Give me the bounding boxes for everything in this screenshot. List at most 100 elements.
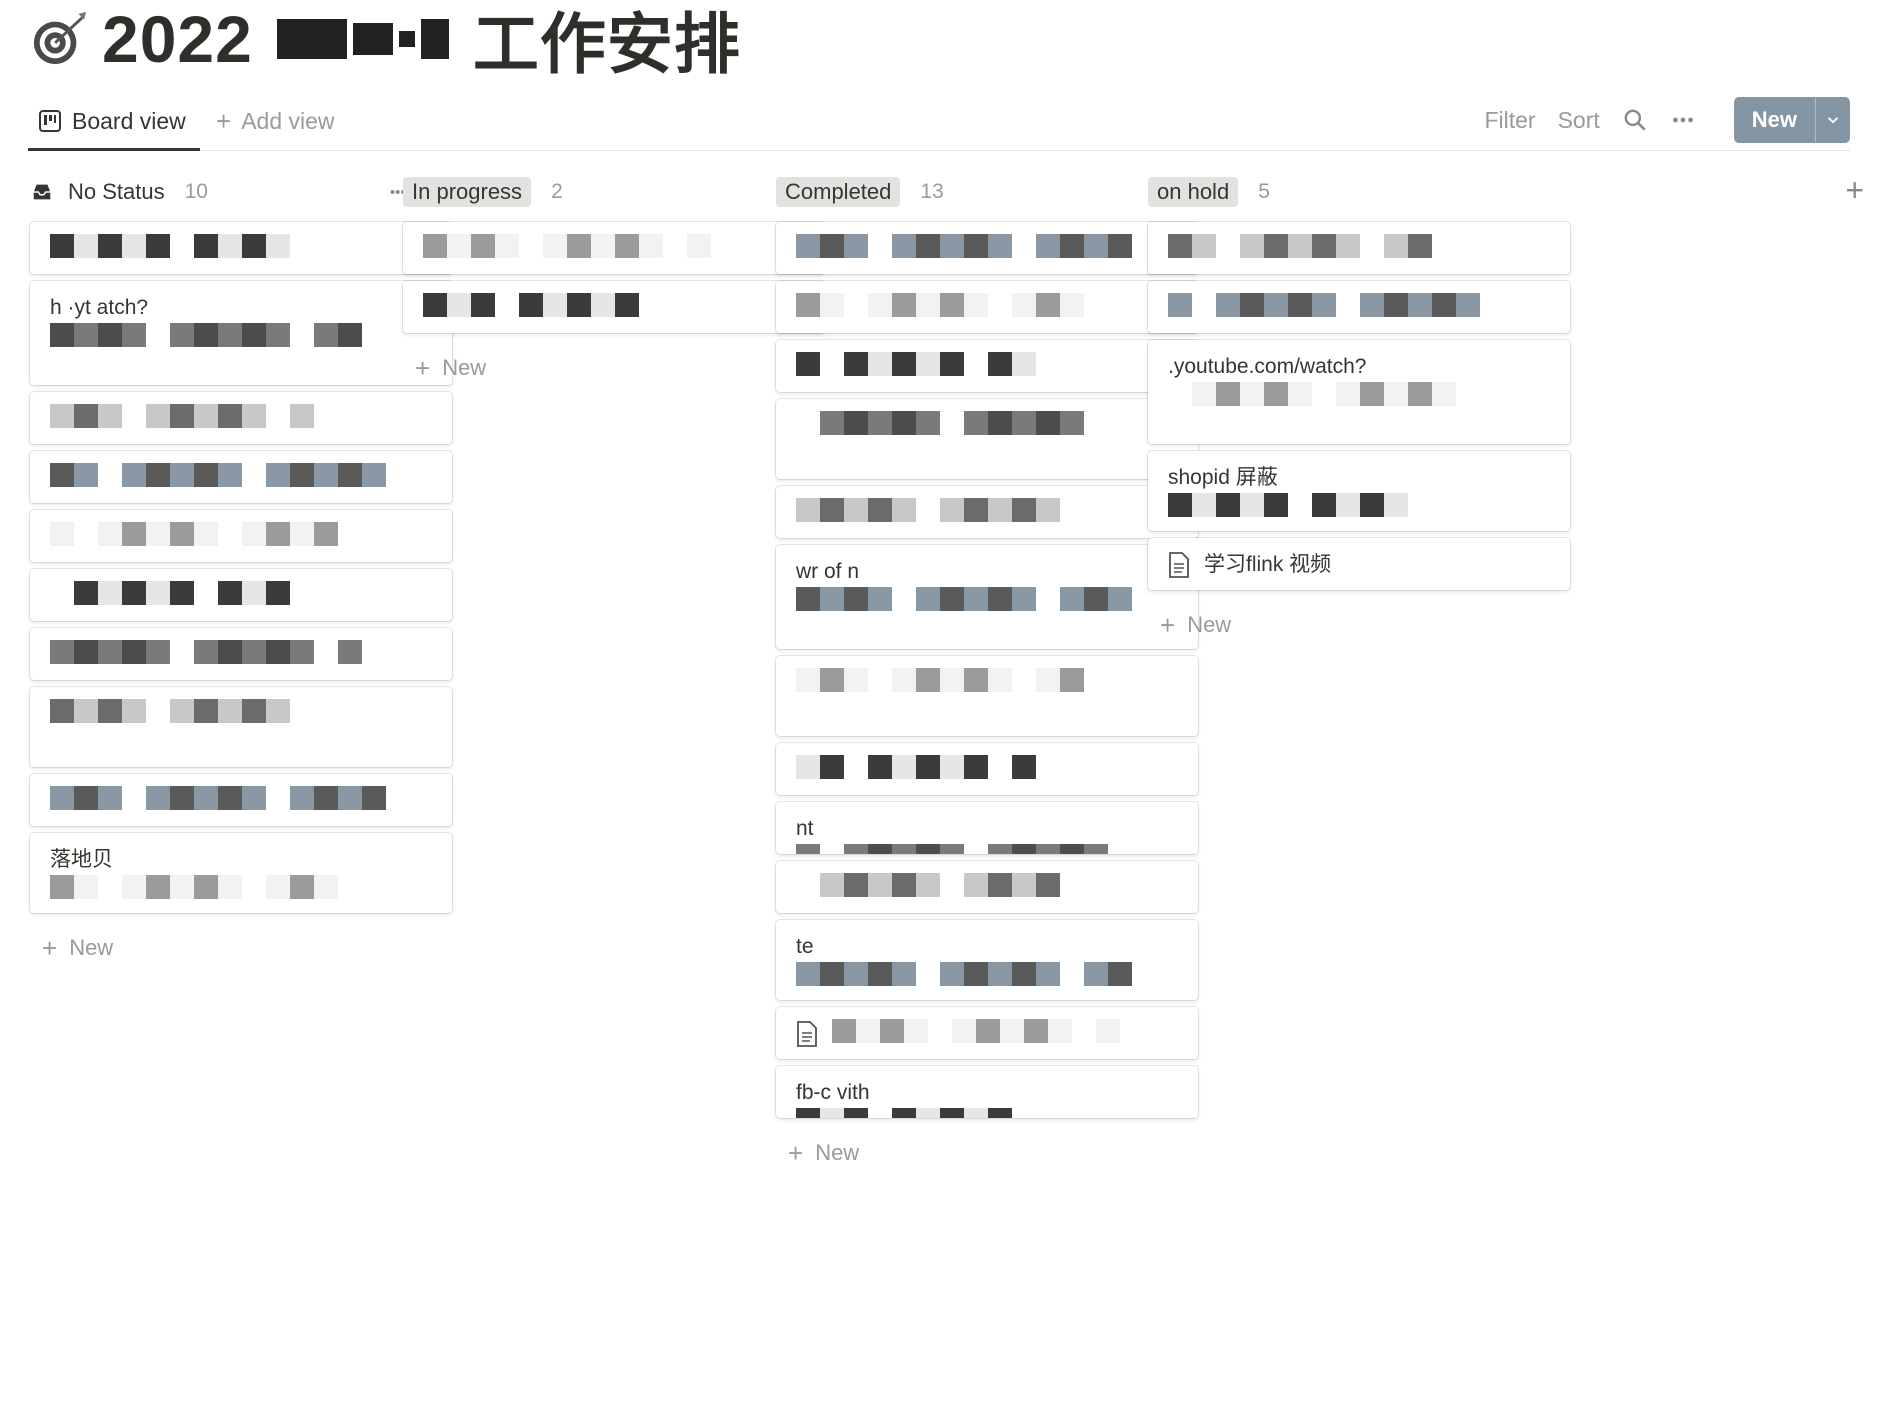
redaction-block — [796, 873, 820, 897]
redaction-block — [916, 234, 940, 258]
board-card[interactable] — [776, 1007, 1198, 1059]
board-card[interactable]: h ·yt atch? — [30, 281, 452, 385]
redaction-block — [639, 234, 663, 258]
redaction-block — [988, 873, 1012, 897]
redaction-block — [218, 404, 242, 428]
redaction-block — [1240, 234, 1264, 258]
redaction-block — [447, 293, 471, 317]
redacted-pixels — [796, 352, 1036, 376]
filter-button[interactable]: Filter — [1484, 107, 1535, 134]
redaction-block — [170, 699, 194, 723]
board-card[interactable] — [30, 628, 452, 680]
search-button[interactable] — [1622, 107, 1648, 133]
board-card[interactable] — [1148, 222, 1570, 274]
redaction-block — [290, 699, 314, 723]
board-card[interactable]: nt — [776, 802, 1198, 854]
redaction-block — [1096, 1019, 1120, 1043]
view-actions: Filter Sort New — [1484, 97, 1850, 143]
new-button-label: New — [1751, 107, 1797, 132]
board-card[interactable] — [30, 222, 452, 274]
board-card[interactable] — [776, 340, 1198, 392]
board-card[interactable] — [776, 656, 1198, 736]
redaction-block — [1408, 293, 1432, 317]
redaction-block — [940, 498, 964, 522]
redaction-block — [904, 1019, 928, 1043]
add-card-button[interactable]: + New — [30, 931, 452, 965]
board-card[interactable]: .youtube.com/watch? — [1148, 340, 1570, 444]
redaction-block — [1036, 234, 1060, 258]
redaction-block — [338, 323, 362, 348]
redaction-block — [266, 699, 290, 723]
board-card[interactable]: fb-c vith — [776, 1066, 1198, 1118]
board-card[interactable] — [776, 399, 1198, 479]
redaction-block — [1084, 587, 1108, 612]
redaction-block — [892, 498, 916, 522]
redacted-pixels — [423, 293, 663, 317]
redaction-block — [1480, 293, 1504, 317]
column-title: on hold — [1148, 177, 1239, 207]
redaction-block — [471, 293, 495, 317]
redaction-block — [1408, 234, 1432, 258]
redaction-block — [1456, 293, 1480, 317]
board-card[interactable] — [776, 861, 1198, 913]
redaction-block — [74, 699, 98, 723]
redaction-block — [988, 668, 1012, 692]
redaction-block — [844, 873, 868, 897]
redacted-pixels — [796, 587, 1132, 612]
redaction-block — [796, 962, 820, 987]
redaction-block — [1036, 293, 1060, 317]
redaction-block — [338, 463, 362, 487]
board-card[interactable] — [30, 774, 452, 826]
redaction-block — [916, 352, 940, 376]
board-card[interactable]: wr of n — [776, 545, 1198, 649]
board-card[interactable] — [30, 510, 452, 562]
board-card[interactable] — [403, 222, 825, 274]
redaction-block — [1060, 234, 1084, 258]
redaction-block — [964, 844, 988, 854]
new-dropdown-button[interactable] — [1815, 97, 1850, 143]
board-card[interactable] — [776, 486, 1198, 538]
card-title: fb-c vith — [796, 1081, 870, 1104]
board-card[interactable] — [776, 281, 1198, 333]
board-card[interactable] — [30, 392, 452, 444]
add-group-button[interactable]: + — [1845, 174, 1864, 206]
add-card-button[interactable]: + New — [776, 1136, 1198, 1170]
new-button[interactable]: New — [1733, 97, 1850, 143]
board-card[interactable] — [403, 281, 825, 333]
redaction-block — [868, 587, 892, 612]
redaction-block — [892, 844, 916, 854]
more-options-button[interactable] — [1670, 107, 1696, 133]
board-card[interactable]: te — [776, 920, 1198, 1000]
board-card[interactable] — [776, 222, 1198, 274]
redaction-block — [290, 786, 314, 810]
redaction-block — [1168, 234, 1192, 258]
redaction-block — [266, 463, 290, 487]
redaction-block — [1012, 411, 1036, 435]
add-card-button[interactable]: + New — [1148, 608, 1570, 642]
redaction-block — [146, 786, 170, 810]
sort-button[interactable]: Sort — [1558, 107, 1600, 134]
board-card[interactable] — [30, 687, 452, 767]
board-card[interactable] — [1148, 281, 1570, 333]
board-card[interactable] — [30, 451, 452, 503]
redaction-block — [50, 404, 74, 428]
redaction-block — [567, 234, 591, 258]
redaction-block — [796, 234, 820, 258]
column-count: 5 — [1258, 180, 1270, 203]
redaction-block — [1012, 352, 1036, 376]
board-card[interactable] — [776, 743, 1198, 795]
add-card-button[interactable]: + New — [403, 351, 825, 385]
redaction-block — [98, 404, 122, 428]
tab-board-view[interactable]: Board view — [28, 92, 200, 151]
board-card[interactable]: 学习flink 视频 — [1148, 538, 1570, 590]
board-card[interactable] — [30, 569, 452, 621]
redaction-block — [122, 234, 146, 258]
add-view-button[interactable]: + Add view — [216, 92, 335, 150]
board-card[interactable]: shopid 屏蔽 — [1148, 451, 1570, 531]
board-card[interactable]: 落地贝 — [30, 833, 452, 913]
card-body: h ·yt atch? — [50, 293, 362, 348]
redaction-block — [796, 587, 820, 612]
redaction-block — [1408, 382, 1432, 407]
redaction-block — [1036, 873, 1060, 897]
redaction-block — [964, 234, 988, 258]
